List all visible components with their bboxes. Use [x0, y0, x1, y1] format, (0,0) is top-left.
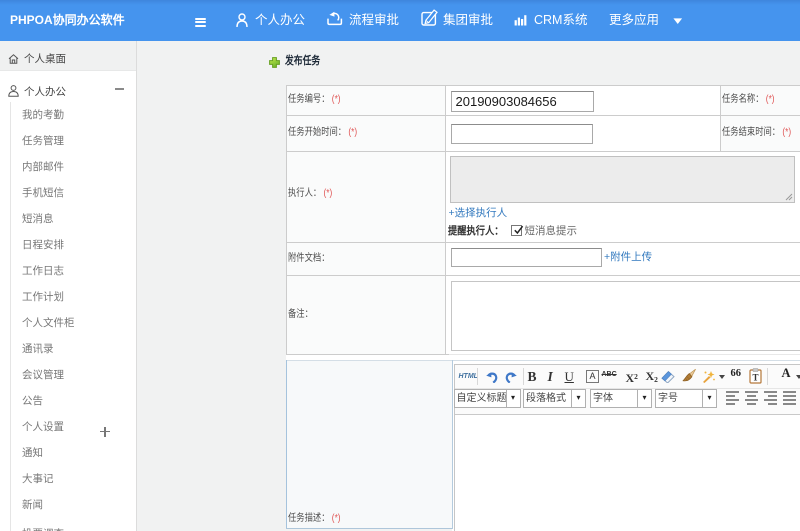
- svg-text:T: T: [752, 372, 758, 382]
